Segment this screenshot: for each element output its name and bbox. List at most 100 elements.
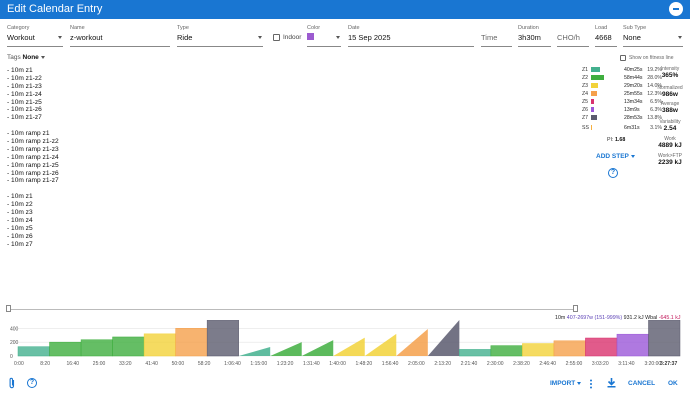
chevron-down-icon — [258, 36, 262, 39]
duration-field[interactable]: Duration 3h30m — [518, 25, 551, 47]
stat-value: 388w — [662, 107, 678, 114]
chevron-down-icon — [577, 381, 582, 385]
description-line: - 10m z3 — [7, 209, 33, 217]
cancel-label: CANCEL — [628, 380, 656, 387]
import-label: IMPORT — [550, 380, 576, 387]
zone-time: 58m44s — [624, 75, 643, 81]
time-field[interactable]: Time — [481, 25, 512, 47]
y-tick-label: 200 — [10, 340, 19, 346]
cho-field[interactable]: CHO/h — [557, 25, 589, 47]
zone-name: Z3 — [582, 83, 589, 89]
fitness-checkbox[interactable] — [620, 55, 626, 61]
tags-field[interactable]: Tags None — [7, 54, 45, 61]
range-slider-end-handle[interactable] — [573, 305, 578, 312]
x-tick-label: 2:38:20 — [513, 361, 530, 367]
cancel-button[interactable]: CANCEL — [628, 380, 655, 387]
name-field[interactable]: Name z-workout — [70, 25, 170, 47]
zone-time: 28m53s — [624, 115, 643, 121]
zone-bar — [591, 115, 598, 120]
zone-time: 6m31s — [624, 125, 640, 131]
subtype-select[interactable]: Sub Type None — [623, 25, 683, 47]
description-line: - 10m z5 — [7, 224, 33, 232]
range-slider-track[interactable] — [7, 309, 577, 310]
zone-bar — [591, 107, 594, 112]
attachment-icon[interactable] — [8, 377, 16, 389]
description-line: - 10m z2 — [7, 201, 33, 209]
zone-bar — [591, 91, 597, 96]
tags-value: None — [22, 54, 39, 61]
x-tick-label: 1:15:00 — [250, 361, 267, 367]
time-placeholder: Time — [481, 33, 498, 42]
x-tick-label: 2:21:40 — [461, 361, 478, 367]
name-label: Name — [70, 25, 85, 31]
description-line: - 10m z1 — [7, 67, 33, 74]
dialog-title: Edit Calendar Entry — [7, 3, 103, 15]
load-field[interactable]: Load 4668 — [595, 25, 617, 47]
add-step-label: ADD STEP — [596, 153, 629, 160]
description-line: - 10m z1-z5 — [7, 98, 42, 106]
help-icon[interactable]: ? — [608, 168, 618, 178]
description-line: - 10m z1-z3 — [7, 82, 42, 90]
range-slider-start-handle[interactable] — [6, 305, 11, 312]
date-value: 15 Sep 2025 — [348, 33, 391, 42]
color-swatch — [307, 33, 314, 40]
stat-variability: Variability 2.54 — [651, 119, 689, 132]
stat-value: 365% — [661, 72, 679, 79]
chart-step-ramp — [364, 333, 397, 356]
x-tick-label: 3:20:00 — [644, 361, 661, 367]
color-select[interactable]: Color — [307, 25, 341, 47]
x-tick-label: 16:40 — [67, 361, 80, 367]
x-tick-label: 2:13:20 — [434, 361, 451, 367]
indoor-checkbox[interactable] — [273, 34, 280, 41]
chevron-down-icon — [58, 36, 62, 39]
description-line — [7, 185, 59, 193]
chart-step-block — [112, 336, 145, 357]
stat-value: 2239 kJ — [658, 159, 682, 166]
x-tick-label: 50:00 — [172, 361, 185, 367]
description-line — [7, 122, 59, 130]
chart-step-block — [522, 343, 555, 357]
chart-step-ramp — [238, 347, 271, 356]
cho-placeholder: CHO/h — [557, 33, 580, 42]
pi-label: PI: — [607, 137, 614, 143]
chevron-down-icon — [336, 36, 340, 39]
load-label: Load — [595, 25, 608, 31]
date-label: Date — [348, 25, 360, 31]
x-tick-label: 58:20 — [198, 361, 211, 367]
description-line: - 10m z1-z4 — [7, 90, 42, 98]
x-tick-label: 1:31:40 — [303, 361, 320, 367]
zone-bar — [591, 83, 598, 88]
ok-button[interactable]: OK — [668, 380, 678, 387]
stat-work-ftp: Work>FTP 2239 kJ — [651, 153, 689, 166]
help-icon[interactable]: ? — [27, 378, 37, 388]
zone-name: Z6 — [582, 107, 589, 113]
chart-step-ramp — [270, 342, 302, 356]
date-field[interactable]: Date 15 Sep 2025 — [348, 25, 474, 47]
zone-name: Z7 — [582, 115, 589, 121]
x-tick-label: 1:23:20 — [277, 361, 294, 367]
tags-label: Tags — [7, 54, 21, 61]
workout-chart[interactable]: 0 200 400 0:00 8:20 16:40 25:00 33:20 41:40 50:00… — [0, 320, 690, 370]
workout-description[interactable]: - 10m z1- 10m z1-z2- 10m z1-z3- 10m z1-z… — [7, 67, 59, 248]
chart-step-block — [585, 337, 618, 357]
chart-step-block — [17, 346, 50, 357]
type-select[interactable]: Type Ride — [177, 25, 263, 47]
category-select[interactable]: Category Workout — [7, 25, 63, 47]
more-vert-icon[interactable] — [589, 379, 593, 389]
download-icon[interactable] — [607, 378, 616, 388]
category-label: Category — [7, 25, 30, 31]
subtype-label: Sub Type — [623, 25, 647, 31]
description-line: - 10m z1-z2 — [7, 74, 42, 82]
zone-name: Z2 — [582, 75, 589, 81]
chart-step-block — [143, 333, 176, 357]
import-button[interactable]: IMPORT — [550, 380, 582, 387]
close-icon[interactable] — [669, 2, 683, 16]
subtype-value: None — [623, 33, 641, 42]
description-line: - 10m z6 — [7, 232, 33, 240]
chevron-down-icon — [630, 154, 635, 158]
stat-intensity: Intensity 365% — [651, 66, 689, 79]
x-end-label: 3:27:37 — [660, 361, 677, 367]
chart-step-block — [80, 339, 113, 357]
color-label: Color — [307, 25, 321, 31]
add-step-button[interactable]: ADD STEP — [596, 153, 635, 160]
